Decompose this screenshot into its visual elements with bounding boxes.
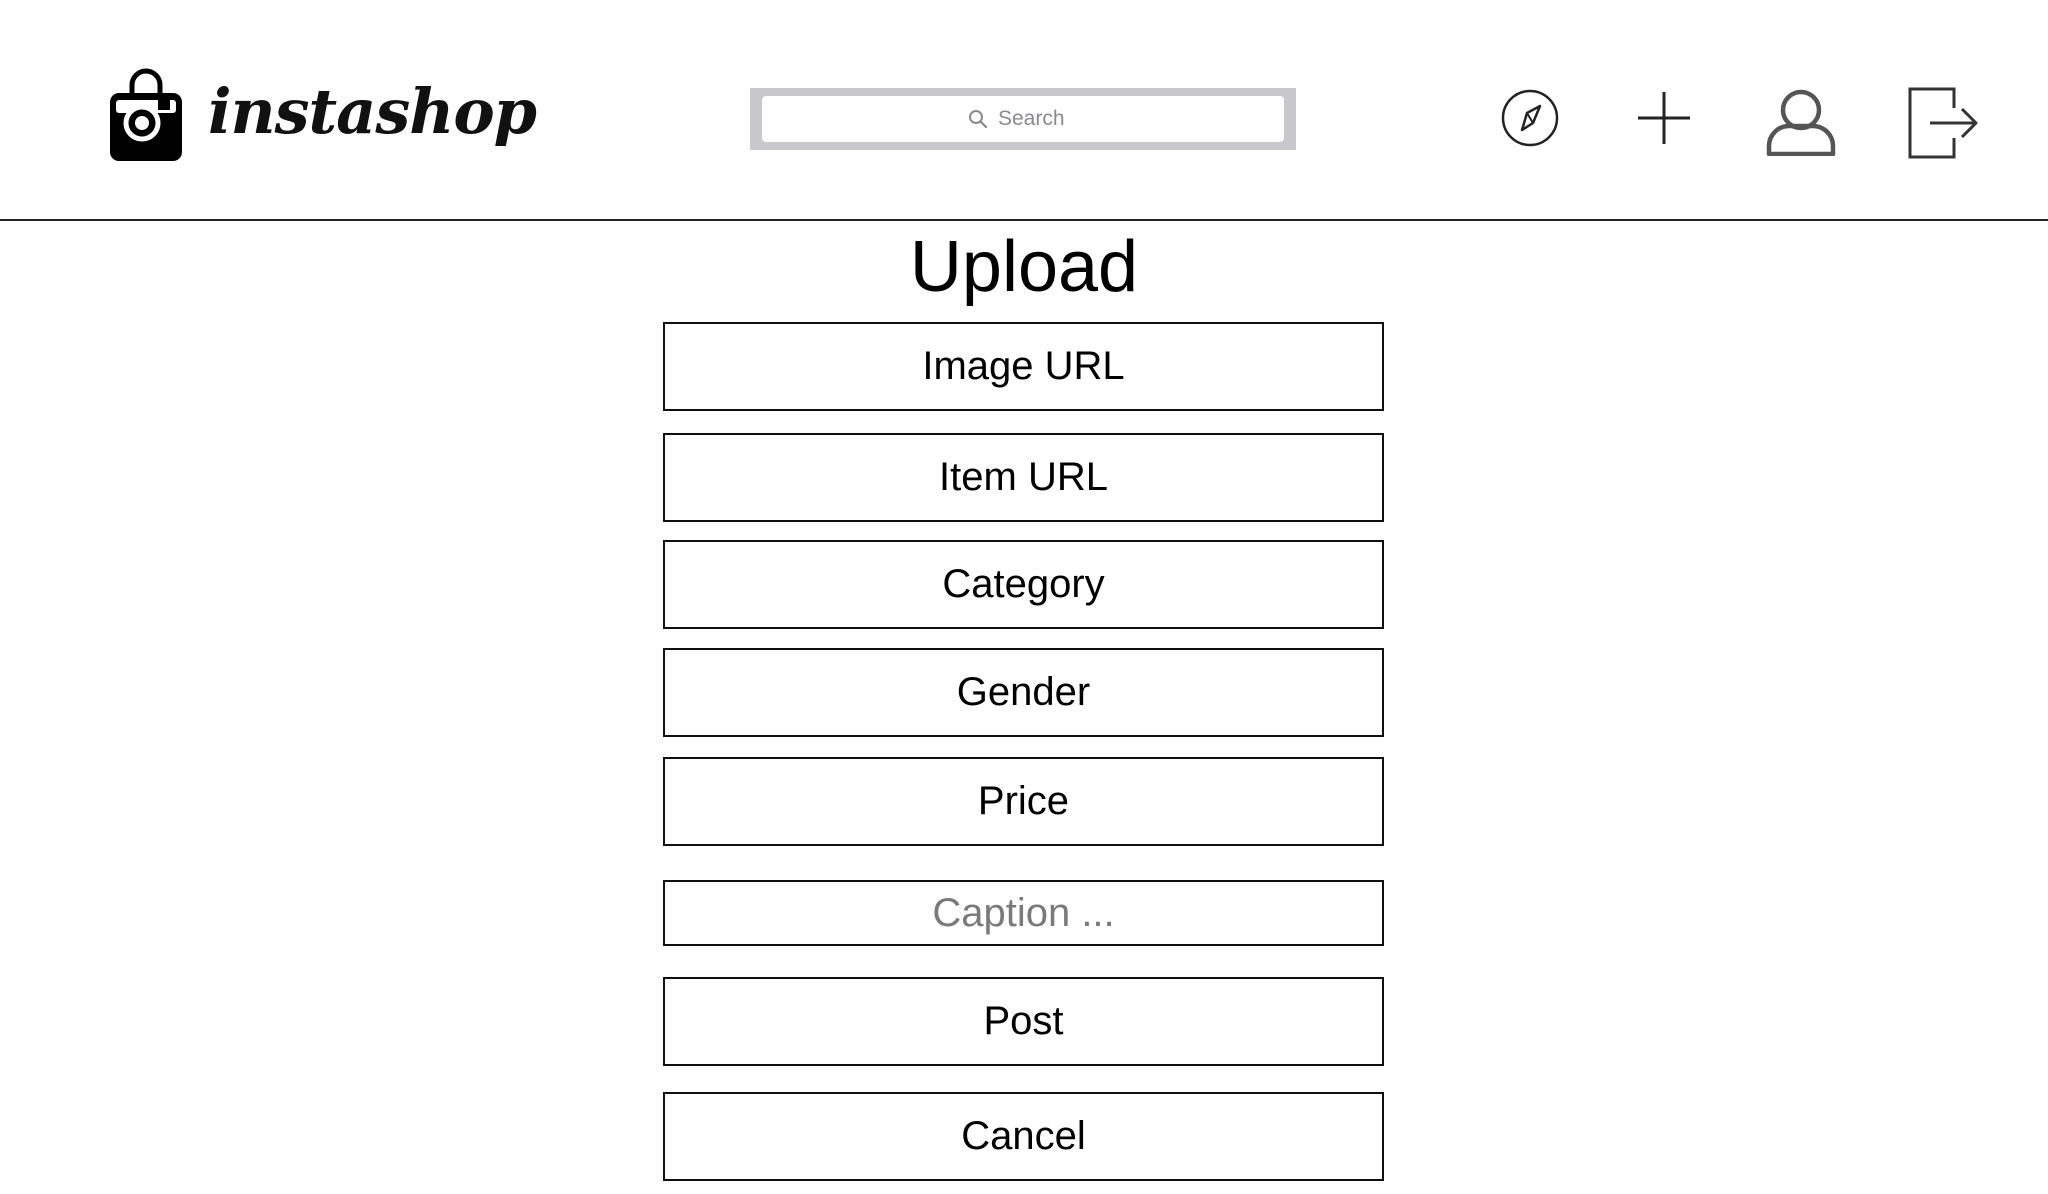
gender-field[interactable]: Gender [663,648,1384,737]
search-icon [969,110,988,129]
add-post-button[interactable] [1636,90,1692,146]
cancel-button[interactable]: Cancel [663,1092,1384,1181]
shopping-bag-camera-icon [110,68,182,161]
search-input[interactable] [998,107,1078,131]
upload-page: instashop Search Upload Image URL Item U… [0,0,2048,1194]
image-url-field[interactable]: Image URL [663,322,1384,411]
post-button[interactable]: Post [663,977,1384,1066]
user-icon [1766,89,1836,156]
plus-icon [1638,92,1690,144]
search-field[interactable] [762,96,1284,142]
profile-button[interactable] [1766,88,1836,156]
compass-icon [1501,89,1559,147]
logout-button[interactable] [1906,86,1978,160]
brand-logo[interactable]: instashop [108,60,537,170]
logout-icon [1908,87,1978,159]
search-bar [750,88,1296,150]
category-field[interactable]: Category [663,540,1384,629]
caption-input[interactable]: Caption ... [663,880,1384,946]
price-field[interactable]: Price [663,757,1384,846]
page-title: Upload [909,227,1139,307]
item-url-field[interactable]: Item URL [663,433,1384,522]
top-header: instashop [0,0,2048,221]
explore-button[interactable] [1500,88,1560,148]
brand-name: instashop [208,74,537,148]
